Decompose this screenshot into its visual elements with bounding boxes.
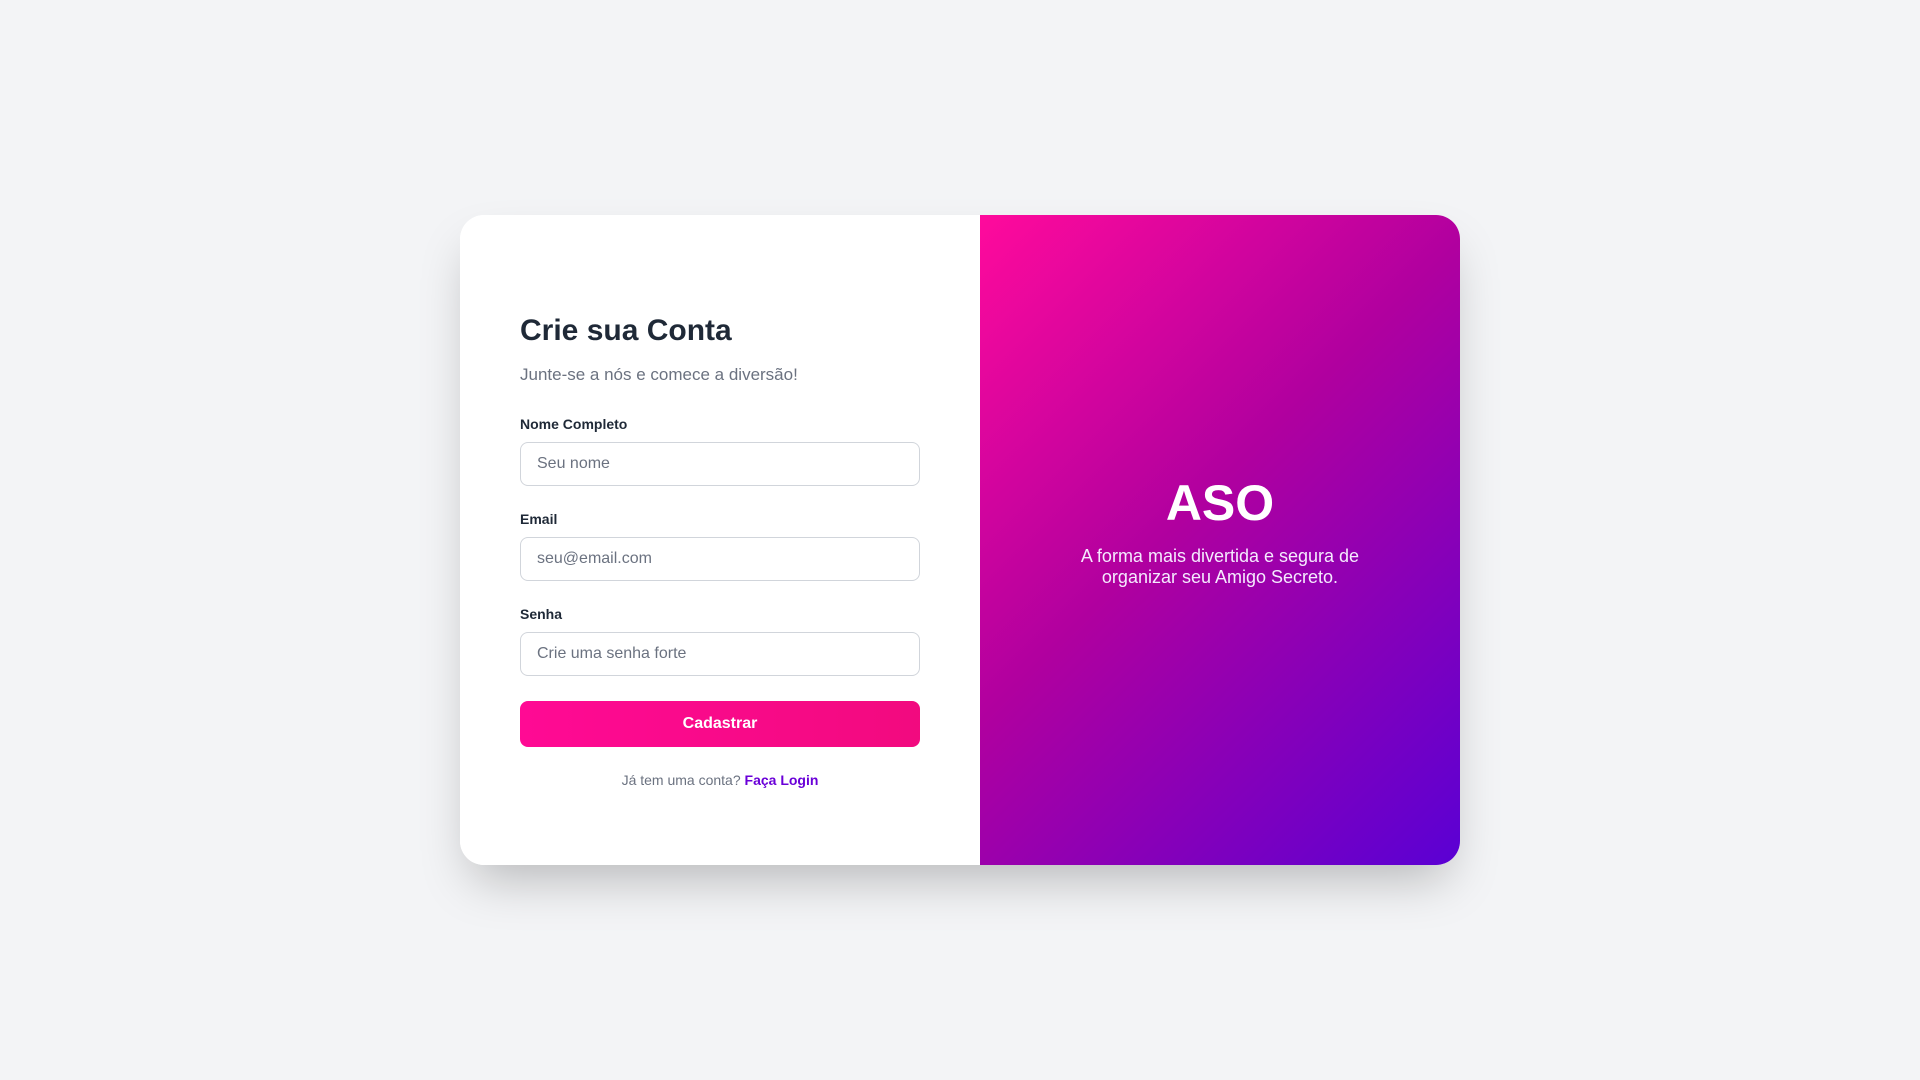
signup-form-panel: Crie sua Conta Junte-se a nós e comece a… <box>460 215 980 865</box>
form-title: Crie sua Conta <box>520 314 732 347</box>
login-link[interactable]: Faça Login <box>745 772 819 788</box>
full-name-label: Nome Completo <box>520 416 628 432</box>
register-button[interactable]: Cadastrar <box>520 701 920 747</box>
login-prompt-row: Já tem uma conta? Faça Login <box>520 771 920 789</box>
brand-tagline: A forma mais divertida e segura de organ… <box>1080 546 1360 587</box>
form-subtitle: Junte-se a nós e comece a diversão! <box>520 365 798 384</box>
brand-name: ASO <box>1165 475 1275 531</box>
full-name-field-group: Nome Completo <box>520 415 920 486</box>
email-input[interactable] <box>520 537 920 581</box>
email-field-group: Email <box>520 510 920 581</box>
login-prompt-text: Já tem uma conta? <box>621 772 741 788</box>
signup-card: Crie sua Conta Junte-se a nós e comece a… <box>460 215 1460 865</box>
password-label: Senha <box>520 606 563 622</box>
signup-fields: Nome Completo Email Senha <box>520 415 920 676</box>
full-name-input[interactable] <box>520 442 920 486</box>
brand-panel: ASO A forma mais divertida e segura de o… <box>980 215 1460 865</box>
password-input[interactable] <box>520 632 920 676</box>
email-label: Email <box>520 511 558 527</box>
password-field-group: Senha <box>520 605 920 676</box>
